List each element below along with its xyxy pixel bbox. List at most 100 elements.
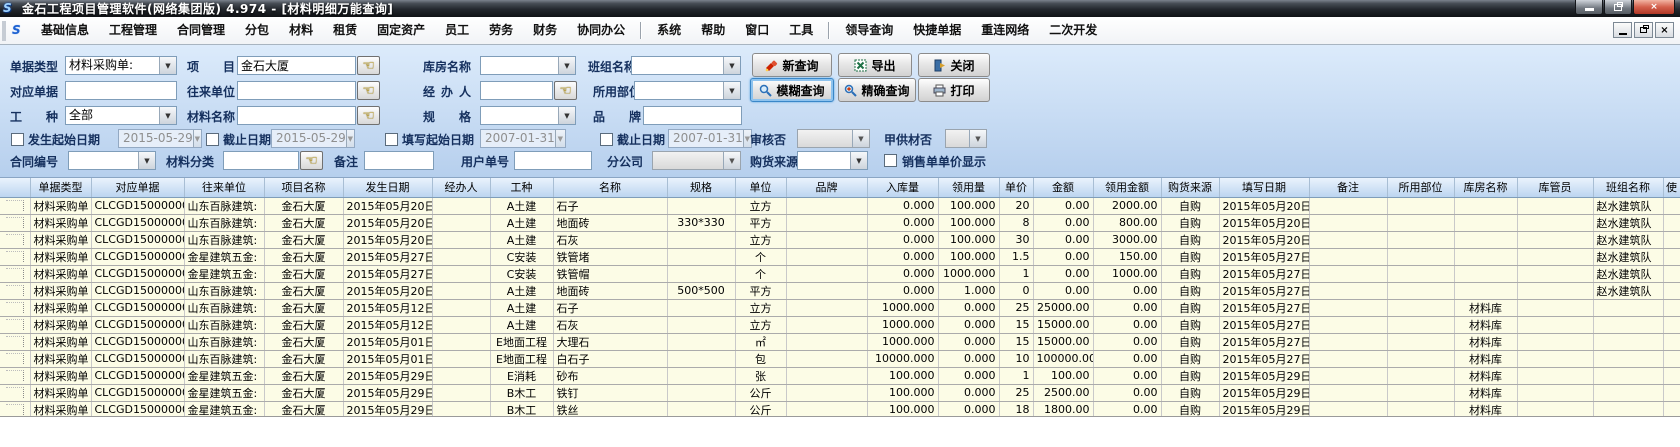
fill-start-date[interactable]: 2007-01-31▼ [480,129,566,148]
menu-item-租赁[interactable]: 租赁 [323,17,367,44]
row-selector-cell[interactable] [0,265,30,282]
cell-金额[interactable]: 100000.00 [1033,350,1093,367]
cell-使[interactable] [1663,350,1680,367]
cell-经办人[interactable] [432,214,490,231]
column-header-所用部位[interactable]: 所用部位 [1387,178,1454,197]
cell-工种[interactable]: A土建 [490,214,553,231]
row-selector-cell[interactable] [0,282,30,299]
column-header-单价[interactable]: 单价 [999,178,1033,197]
chevron-down-icon[interactable]: ▼ [850,152,867,169]
cell-单位[interactable]: ㎡ [735,333,786,350]
cell-库房名称[interactable]: 材料库 [1454,367,1517,384]
cell-领用量[interactable]: 0.000 [938,367,999,384]
cell-金额[interactable]: 0.00 [1033,282,1093,299]
exact-query-button[interactable]: 精确查询 [838,78,916,102]
cell-班组名称[interactable] [1593,316,1663,333]
column-header-购货来源[interactable]: 购货来源 [1161,178,1219,197]
related-doc-input[interactable] [65,81,177,100]
cell-填写日期[interactable]: 2015年05月29日 [1219,384,1309,401]
chevron-down-icon[interactable]: ▼ [159,57,176,74]
cell-备注[interactable] [1309,299,1387,316]
cell-领用金额[interactable]: 3000.00 [1093,231,1161,248]
cell-领用量[interactable]: 100.000 [938,214,999,231]
close-button[interactable]: × [1633,0,1675,15]
cell-单价[interactable]: 20 [999,197,1033,214]
cell-项目名称[interactable]: 金石大厦 [264,231,343,248]
column-header-领用量[interactable]: 领用量 [938,178,999,197]
cell-填写日期[interactable]: 2015年05月20日 [1219,231,1309,248]
cell-项目名称[interactable]: 金石大厦 [264,265,343,282]
cell-规格[interactable] [667,384,735,401]
cell-领用量[interactable]: 1000.000 [938,265,999,282]
menu-item-员工[interactable]: 员工 [435,17,479,44]
menu-item-固定资产[interactable]: 固定资产 [367,17,435,44]
fill-end-date[interactable]: 2007-01-31▼ [668,129,752,148]
column-header-金额[interactable]: 金额 [1033,178,1093,197]
chevron-down-icon[interactable]: ▼ [723,82,740,99]
cell-所用部位[interactable] [1387,316,1454,333]
cell-单据类型[interactable]: 材料采购单 [30,316,91,333]
cell-库管员[interactable] [1517,333,1593,350]
menu-item-合同管理[interactable]: 合同管理 [167,17,235,44]
row-selector-header[interactable] [0,178,30,197]
row-selector-cell[interactable] [0,350,30,367]
cell-单据类型[interactable]: 材料采购单 [30,282,91,299]
cell-品牌[interactable] [786,231,867,248]
cell-备注[interactable] [1309,265,1387,282]
cell-所用部位[interactable] [1387,350,1454,367]
cell-单位[interactable]: 立方 [735,197,786,214]
cell-往来单位[interactable]: 金星建筑五金: [184,367,264,384]
cell-领用量[interactable]: 0.000 [938,350,999,367]
cell-填写日期[interactable]: 2015年05月27日 [1219,299,1309,316]
cell-对应单据[interactable]: CLCGD150000005 [91,350,184,367]
cell-经办人[interactable] [432,248,490,265]
contract-no-combo[interactable]: ▼ [68,151,156,170]
menu-item-材料[interactable]: 材料 [279,17,323,44]
cell-所用部位[interactable] [1387,282,1454,299]
cell-库管员[interactable] [1517,248,1593,265]
cell-金额[interactable]: 0.00 [1033,231,1093,248]
cell-班组名称[interactable] [1593,350,1663,367]
cell-规格[interactable]: 330*330 [667,214,735,231]
table-row[interactable]: 材料采购单CLCGD150000001山东百脉建筑:金石大厦2015年05月20… [0,197,1680,214]
cell-领用金额[interactable]: 0.00 [1093,282,1161,299]
row-selector-cell[interactable] [0,384,30,401]
cell-备注[interactable] [1309,367,1387,384]
row-selector-cell[interactable] [0,299,30,316]
chevron-down-icon[interactable]: ▼ [159,107,176,124]
table-row[interactable]: 材料采购单CLCGD150000002金星建筑五金:金石大厦2015年05月27… [0,265,1680,282]
cell-使[interactable] [1663,231,1680,248]
cell-填写日期[interactable]: 2015年05月20日 [1219,197,1309,214]
warehouse-combo[interactable]: ▼ [480,56,576,75]
column-header-领用金额[interactable]: 领用金额 [1093,178,1161,197]
cell-单位[interactable]: 个 [735,248,786,265]
cell-单价[interactable]: 1 [999,265,1033,282]
menu-item-工程管理[interactable]: 工程管理 [99,17,167,44]
cell-规格[interactable] [667,265,735,282]
cell-填写日期[interactable]: 2015年05月29日 [1219,367,1309,384]
menu-item-劳务[interactable]: 劳务 [479,17,523,44]
cell-项目名称[interactable]: 金石大厦 [264,282,343,299]
cell-品牌[interactable] [786,350,867,367]
cell-单位[interactable]: 立方 [735,231,786,248]
cell-规格[interactable] [667,231,735,248]
cell-所用部位[interactable] [1387,265,1454,282]
cell-库房名称[interactable]: 材料库 [1454,316,1517,333]
cell-库管员[interactable] [1517,265,1593,282]
column-header-发生日期[interactable]: 发生日期 [343,178,432,197]
cell-入库量[interactable]: 10000.000 [867,350,938,367]
cell-入库量[interactable]: 1000.000 [867,299,938,316]
cell-使[interactable] [1663,214,1680,231]
cell-工种[interactable]: A土建 [490,197,553,214]
cell-库管员[interactable] [1517,384,1593,401]
cell-库管员[interactable] [1517,197,1593,214]
table-row[interactable]: 材料采购单CLCGD150000006金星建筑五金:金石大厦2015年05月29… [0,384,1680,401]
cell-班组名称[interactable]: 赵水建筑队 [1593,248,1663,265]
cell-单价[interactable]: 10 [999,350,1033,367]
cell-购货来源[interactable]: 自购 [1161,248,1219,265]
column-header-名称[interactable]: 名称 [553,178,667,197]
cell-所用部位[interactable] [1387,231,1454,248]
cell-入库量[interactable]: 100.000 [867,384,938,401]
minimize-button[interactable] [1575,0,1603,15]
row-selector-cell[interactable] [0,197,30,214]
